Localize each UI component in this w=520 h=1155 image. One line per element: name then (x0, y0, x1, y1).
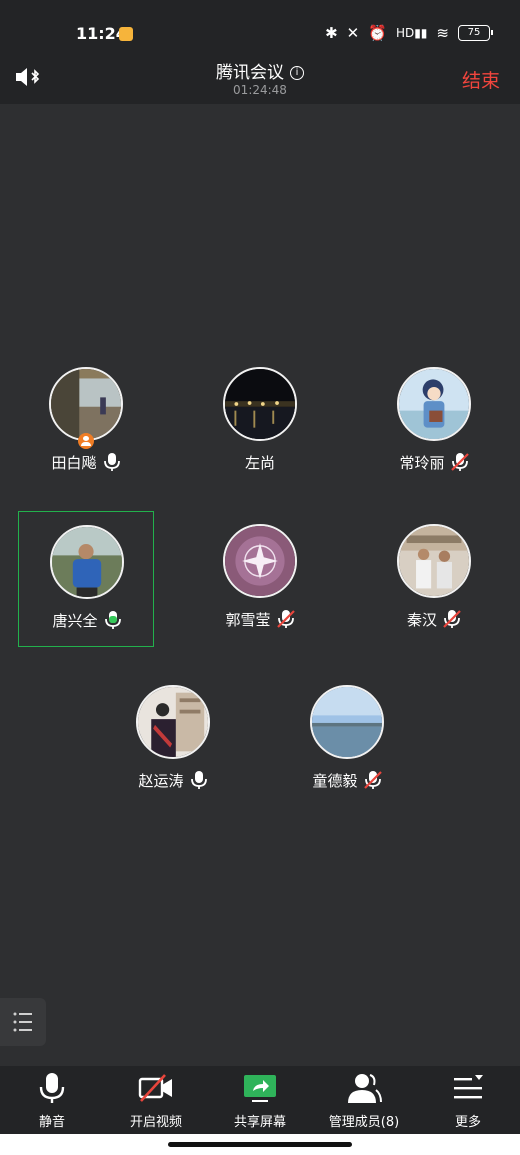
participant-label: 郭雪莹 (192, 608, 328, 630)
meeting-title-text: 腾讯会议 (216, 63, 284, 83)
signal-icon: HD▮▮ (395, 26, 428, 40)
bottom-toolbar: 静音 开启视频 共享屏幕 管理成员(8) 更多 (0, 1066, 520, 1134)
home-indicator[interactable] (168, 1142, 352, 1147)
bluetooth-icon: ✱ (325, 24, 338, 42)
battery-icon: 75 (458, 25, 493, 41)
participant-name: 田白飚 (51, 453, 97, 472)
microphone-icon (39, 1073, 65, 1103)
participant-label: 左尚 (192, 451, 328, 473)
participant-avatar (49, 367, 123, 441)
share-screen-label: 共享屏幕 (233, 1115, 286, 1130)
mic-muted-icon (363, 770, 382, 790)
participant-tile-active[interactable]: 唐兴全 (18, 511, 154, 647)
vibrate-off-icon: ✕ (346, 24, 360, 42)
participant-avatar (136, 685, 210, 759)
participant-name: 唐兴全 (52, 611, 98, 630)
participant-label: 唐兴全 (19, 609, 155, 631)
more-label: 更多 (454, 1115, 481, 1130)
participant-name: 童德毅 (312, 771, 358, 790)
participant-label: 赵运涛 (105, 769, 241, 791)
start-video-button[interactable]: 开启视频 (104, 1066, 208, 1134)
participant-name: 赵运涛 (138, 771, 184, 790)
meeting-title[interactable]: 腾讯会议 i (0, 58, 520, 83)
participant-label: 田白飚 (18, 451, 154, 473)
mic-icon (190, 770, 207, 790)
participant-tile[interactable]: 赵运涛 (105, 672, 241, 808)
participant-avatar (397, 367, 471, 441)
participant-tile[interactable]: 秦汉 (366, 511, 502, 647)
list-icon (13, 1012, 32, 1032)
participant-label: 常玲丽 (366, 451, 502, 473)
participant-name: 左尚 (244, 453, 275, 472)
home-indicator-area (0, 1134, 520, 1155)
participant-name: 郭雪莹 (225, 610, 271, 629)
meeting-timer: 01:24:48 (233, 83, 287, 97)
video-off-icon (138, 1074, 172, 1102)
status-icons: ✱ ✕ ⏰ HD▮▮ ≋ 75 (325, 22, 493, 44)
manage-members-label: 管理成员(8) (328, 1115, 400, 1130)
participant-tile[interactable]: 郭雪莹 (192, 511, 328, 647)
participant-tile[interactable]: 田白飚 (18, 354, 154, 490)
mic-muted-icon (450, 452, 469, 472)
top-bar: 11:24 ✱ ✕ ⏰ HD▮▮ ≋ 75 腾讯会议 i 01:24:48 结束 (0, 0, 520, 104)
mic-muted-icon (443, 609, 461, 629)
more-menu-icon (454, 1075, 483, 1099)
participant-tile[interactable]: 左尚 (192, 354, 328, 490)
mute-label: 静音 (38, 1115, 65, 1130)
participant-avatar (223, 367, 297, 441)
participant-label: 秦汉 (366, 608, 502, 630)
end-meeting-button[interactable]: 结束 (462, 66, 500, 93)
members-icon (348, 1074, 382, 1103)
mute-button[interactable]: 静音 (0, 1066, 104, 1134)
info-icon[interactable]: i (290, 66, 304, 80)
host-badge-icon (78, 433, 94, 449)
participant-avatar (223, 524, 297, 598)
participant-avatar (50, 525, 124, 599)
participant-tile[interactable]: 童德毅 (279, 672, 415, 808)
mic-muted-icon (276, 609, 295, 629)
wifi-icon: ≋ (436, 24, 449, 42)
more-button[interactable]: 更多 (416, 1066, 520, 1134)
start-video-label: 开启视频 (129, 1115, 182, 1130)
participant-avatar (310, 685, 384, 759)
participant-avatar (397, 524, 471, 598)
participant-list-toggle[interactable] (0, 998, 46, 1046)
alarm-icon: ⏰ (368, 24, 387, 42)
share-screen-button[interactable]: 共享屏幕 (208, 1066, 312, 1134)
notification-app-icon (119, 27, 133, 41)
participant-name: 常玲丽 (399, 453, 445, 472)
share-screen-icon (244, 1075, 276, 1102)
participant-tile[interactable]: 常玲丽 (366, 354, 502, 490)
manage-members-button[interactable]: 管理成员(8) (312, 1066, 416, 1134)
participant-label: 童德毅 (279, 769, 415, 791)
participant-name: 秦汉 (406, 610, 437, 629)
mic-icon (103, 452, 120, 472)
mic-speaking-icon (104, 610, 121, 630)
